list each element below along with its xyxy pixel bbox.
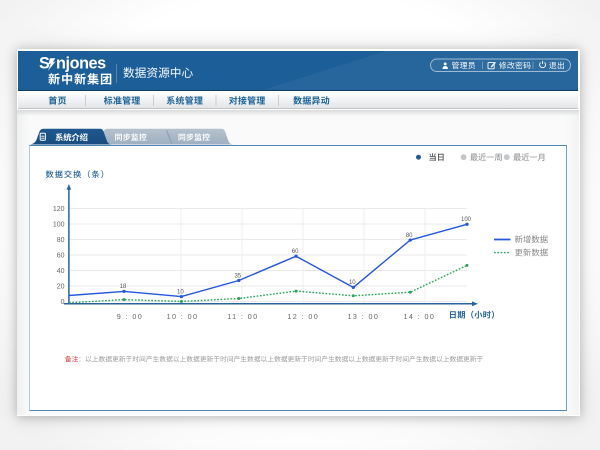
svg-text:20: 20: [57, 283, 65, 290]
svg-text:100: 100: [461, 217, 472, 223]
svg-text:60: 60: [57, 252, 65, 259]
svg-text:10: 10: [349, 280, 356, 286]
svg-text:35: 35: [234, 273, 241, 279]
svg-text:60: 60: [292, 249, 299, 255]
svg-text:9 : 00: 9 : 00: [117, 312, 143, 321]
svg-text:14 : 00: 14 : 00: [404, 312, 436, 321]
svg-text:10 : 00: 10 : 00: [167, 312, 199, 321]
svg-text:100: 100: [53, 221, 65, 228]
svg-text:11 : 00: 11 : 00: [227, 312, 258, 321]
svg-text:S: S: [39, 55, 50, 73]
svg-text:12 : 00: 12 : 00: [287, 312, 319, 321]
svg-text:40: 40: [57, 268, 65, 275]
svg-text:njones: njones: [56, 55, 106, 73]
svg-text:120: 120: [53, 206, 65, 213]
svg-text:10: 10: [177, 289, 184, 295]
svg-text:0: 0: [61, 299, 65, 306]
svg-text:80: 80: [406, 233, 413, 239]
svg-text:18: 18: [120, 284, 127, 290]
svg-text:80: 80: [57, 237, 65, 244]
svg-text:13 : 00: 13 : 00: [348, 312, 380, 321]
